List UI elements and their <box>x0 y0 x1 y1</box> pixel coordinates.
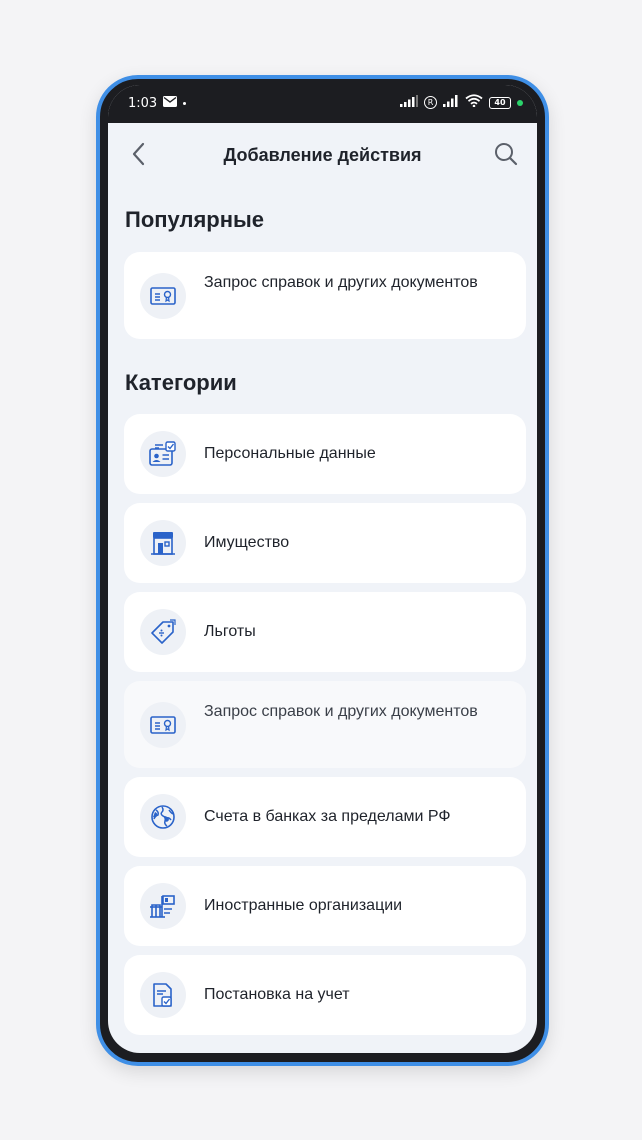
wifi-icon <box>465 94 483 111</box>
category-item-label: Льготы <box>204 623 256 640</box>
battery-icon: 40 <box>489 96 511 109</box>
certificate-icon <box>140 701 186 748</box>
category-item-certificates[interactable]: Запрос справок и других документов <box>124 681 526 768</box>
status-bar: 1:03 R 40 <box>108 85 537 123</box>
notification-dot-icon <box>183 102 187 105</box>
category-item-label: Счета в банках за пределами РФ <box>204 808 451 825</box>
page-title: Добавление действия <box>223 145 422 165</box>
category-item-label: Запрос справок и других документов <box>204 703 478 720</box>
id-card-icon <box>140 431 186 477</box>
phone-frame: 1:03 R 40 Добавление действия Популярные… <box>96 75 549 1066</box>
category-item-property[interactable]: Имущество <box>124 503 526 583</box>
globe-icon <box>140 794 186 840</box>
section-title-popular: Популярные <box>125 207 265 232</box>
certificate-icon <box>140 272 186 319</box>
camera-indicator-dot <box>517 99 523 106</box>
popular-item-certificates[interactable]: Запрос справок и других документов <box>124 252 526 339</box>
house-icon <box>140 520 186 566</box>
app-screen: 1:03 R 40 Добавление действия Популярные… <box>108 85 537 1053</box>
status-time: 1:03 <box>128 96 158 111</box>
category-item-label: Персональные данные <box>204 445 376 462</box>
category-item-benefits[interactable]: Льготы <box>124 592 526 672</box>
search-button[interactable] <box>493 141 519 167</box>
document-check-icon <box>140 972 186 1018</box>
signal-icon <box>400 94 418 111</box>
status-right: R 40 <box>400 94 523 111</box>
category-item-foreign-bank-accounts[interactable]: Счета в банках за пределами РФ <box>124 777 526 857</box>
registered-icon: R <box>424 96 437 109</box>
app-header: Добавление действия <box>108 123 537 185</box>
category-item-label: Имущество <box>204 534 290 551</box>
category-item-label: Постановка на учет <box>204 986 350 1003</box>
section-title-categories: Категории <box>125 370 237 395</box>
category-item-registration[interactable]: Постановка на учет <box>124 955 526 1035</box>
search-icon <box>495 143 518 166</box>
category-item-foreign-organizations[interactable]: Иностранные организации <box>124 866 526 946</box>
mail-icon <box>163 96 178 111</box>
category-item-personal-data[interactable]: Персональные данные <box>124 414 526 494</box>
popular-item-label: Запрос справок и других документов <box>204 274 478 291</box>
signal-icon-2 <box>443 94 459 111</box>
organization-flag-icon <box>140 883 186 929</box>
status-left: 1:03 <box>128 96 187 111</box>
category-item-label: Иностранные организации <box>204 897 403 914</box>
discount-tag-icon <box>140 609 186 655</box>
